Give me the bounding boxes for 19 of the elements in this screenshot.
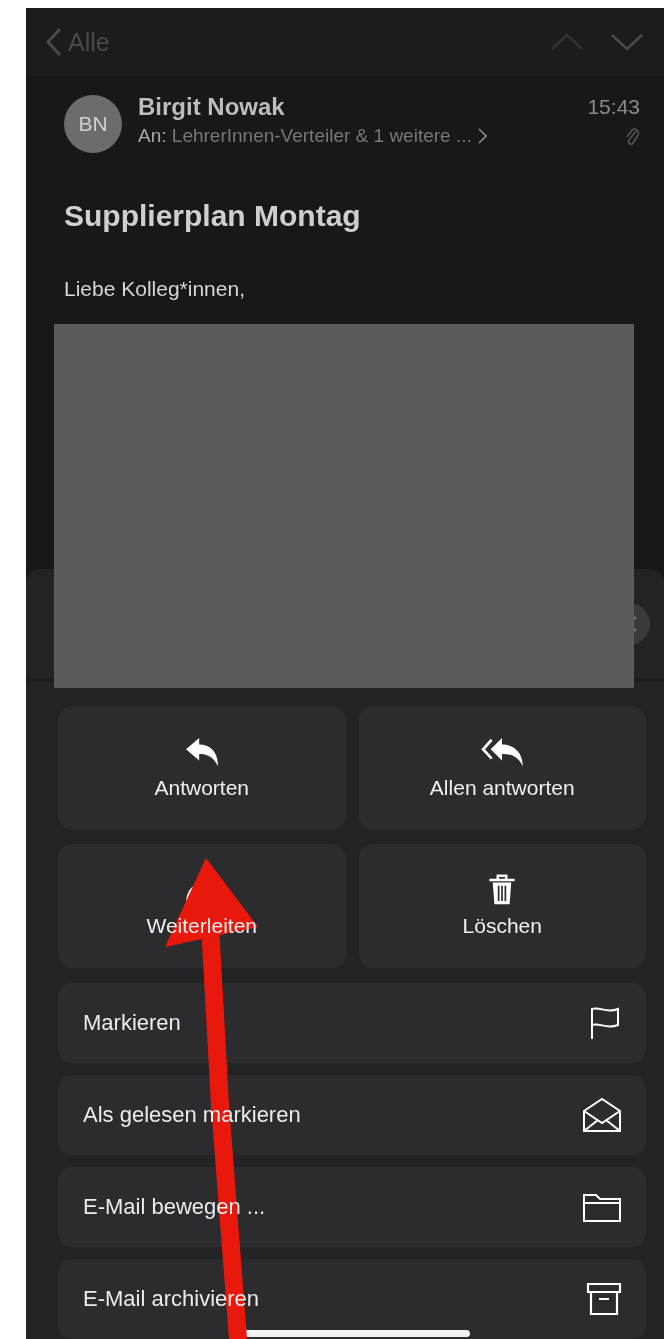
action-button[interactable]: Löschen — [358, 844, 646, 968]
time: 15:43 — [587, 95, 640, 119]
next-icon[interactable] — [610, 33, 644, 51]
avatar: BN — [64, 95, 122, 153]
email-subject: Supplierplan Montag — [63, 198, 362, 233]
paperclip-icon — [624, 125, 640, 147]
back-chevron-icon — [46, 27, 62, 57]
menu-item[interactable]: Markieren — [58, 983, 646, 1063]
greeting: Liebe Kolleg*innen, — [63, 276, 246, 301]
action-button[interactable]: Antworten — [58, 706, 346, 830]
recipients[interactable]: An: LehrerInnen-Verteiler & 1 weitere ... — [138, 125, 472, 147]
open-envelope-icon — [582, 1097, 622, 1133]
sender-name: Birgit Nowak — [138, 93, 286, 121]
chevron-icon — [477, 128, 487, 144]
action-button[interactable]: Allen antworten — [358, 706, 646, 830]
archive-box-icon — [586, 1282, 622, 1316]
flag-icon — [588, 1006, 622, 1040]
folder-icon — [582, 1191, 622, 1223]
previous-icon[interactable] — [550, 33, 584, 51]
